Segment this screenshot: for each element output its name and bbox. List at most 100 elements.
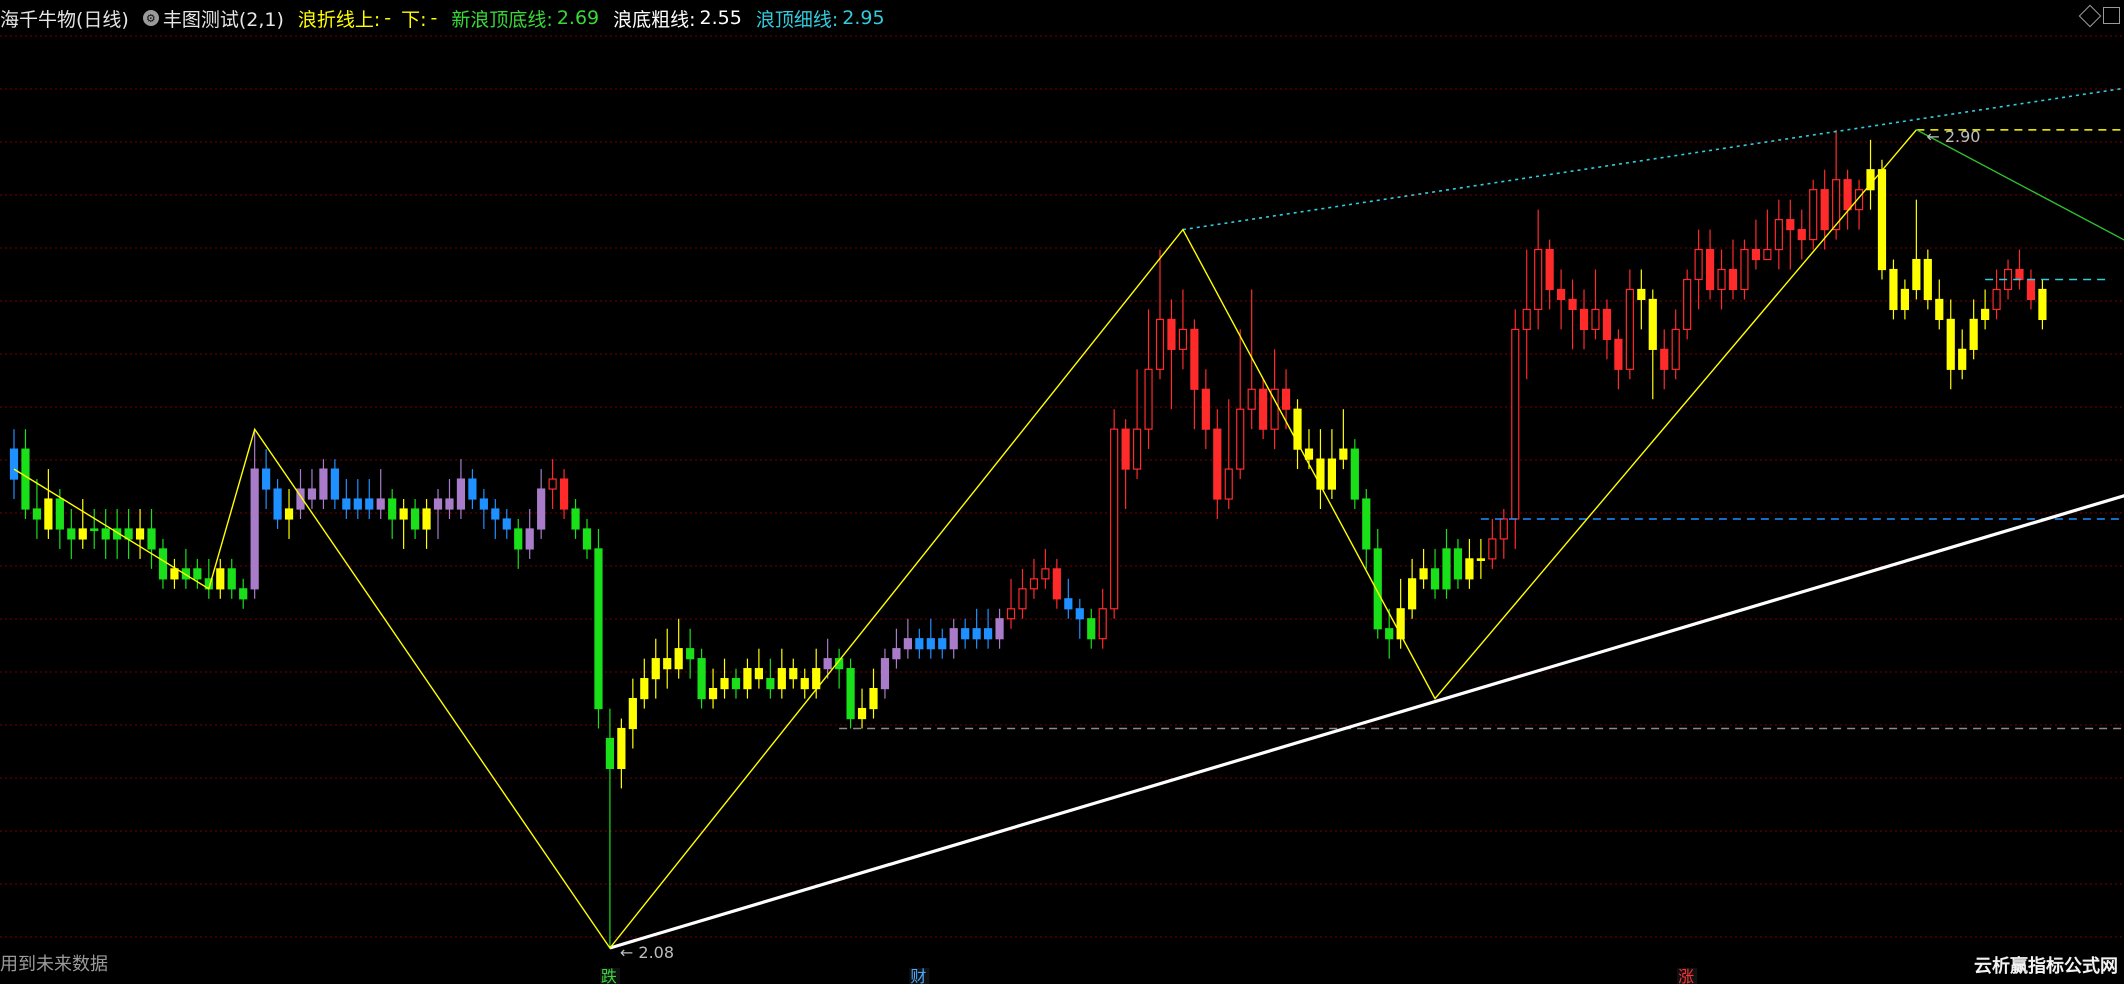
candle-body xyxy=(1625,288,1634,370)
candle-body xyxy=(1259,388,1268,430)
candle-body xyxy=(869,688,878,710)
stock-title[interactable]: 海千牛物(日线) xyxy=(0,5,129,32)
candle-body xyxy=(67,528,76,540)
candle-body xyxy=(1121,428,1130,470)
candle-body xyxy=(1476,558,1485,561)
candle-body xyxy=(32,508,42,520)
maximize-icon[interactable] xyxy=(2103,7,2120,24)
candle-body xyxy=(422,508,431,530)
candle-body xyxy=(2038,288,2047,321)
candle-body xyxy=(456,478,466,510)
candle-body xyxy=(1556,288,1566,301)
candle-body xyxy=(101,528,110,540)
candle-body xyxy=(915,638,924,650)
candle-body xyxy=(273,488,282,520)
candlestick-chart[interactable]: ← 2.90 ← 2.08跌 财 涨 xyxy=(0,0,2124,984)
candle-body xyxy=(1201,388,1210,430)
candle-body xyxy=(1327,458,1337,490)
indicator-value: 2.95 xyxy=(842,7,885,29)
candle-body xyxy=(1981,308,1990,321)
wave-lines xyxy=(13,87,2124,950)
indicator-label: 浪折线上: xyxy=(297,8,381,31)
indicator-title: 丰图测试(2,1) xyxy=(162,8,284,31)
candle-body xyxy=(857,707,867,720)
candle-body xyxy=(239,588,248,600)
candle-body xyxy=(1052,568,1061,600)
candle-body xyxy=(1144,368,1153,430)
indicator-wave-up: 浪折线上: - 下: - xyxy=(298,5,438,32)
indicator-value: 2.69 xyxy=(556,7,600,29)
candle-body xyxy=(1671,328,1680,370)
candle-body xyxy=(1774,219,1783,251)
candle-body xyxy=(1660,348,1669,370)
candle-body xyxy=(1923,258,1932,301)
candle-body xyxy=(9,448,19,480)
candle-body xyxy=(1064,598,1073,610)
candle-body xyxy=(1648,298,1657,350)
candle-body xyxy=(1545,248,1554,291)
candle-body xyxy=(307,488,317,500)
candle-body xyxy=(433,498,443,510)
candle-body xyxy=(823,658,832,670)
indicator-value: 2.55 xyxy=(699,7,742,29)
event-marker: 跌 xyxy=(601,967,617,984)
candle-body xyxy=(754,668,764,680)
candle-body xyxy=(399,508,408,520)
future-data-note: 用到未来数据 xyxy=(0,954,108,975)
candle-body xyxy=(926,638,935,650)
candle-body xyxy=(468,478,477,500)
candle-body xyxy=(1362,498,1371,550)
candle-body xyxy=(1339,448,1348,460)
candle-body xyxy=(731,678,741,690)
candle-body xyxy=(1155,318,1165,370)
candle-body xyxy=(1992,288,2001,311)
candle-body xyxy=(1281,388,1291,410)
candle-body xyxy=(1820,189,1829,231)
candle-body xyxy=(961,628,970,640)
price-annotations: ← 2.90 ← 2.08跌 财 涨 xyxy=(599,127,1980,984)
candle-body xyxy=(1614,338,1623,370)
candle-body xyxy=(1579,308,1589,330)
candle-body xyxy=(892,648,901,660)
candle-body xyxy=(1763,248,1772,261)
candle-body xyxy=(800,678,809,690)
candle-body xyxy=(777,668,786,690)
candle-body xyxy=(514,528,523,550)
candle-body xyxy=(1740,248,1749,291)
candle-body xyxy=(1534,248,1543,311)
candle-body xyxy=(342,498,351,510)
candle-body xyxy=(663,658,672,670)
candle-body xyxy=(548,478,557,490)
indicator-title-group[interactable]: ⚙ 丰图测试(2,1) xyxy=(142,5,284,32)
candle-body xyxy=(1900,288,1910,311)
wave-top-thin-line xyxy=(1182,87,2124,231)
candle-body xyxy=(1087,618,1096,640)
candle-body xyxy=(1694,248,1703,281)
candle-body xyxy=(90,528,99,532)
candle-body xyxy=(697,658,706,700)
candle-body xyxy=(789,668,798,680)
candle-body xyxy=(170,568,179,580)
candle-body xyxy=(250,468,259,590)
price-annotation: ← 2.08 xyxy=(620,943,674,962)
candle-body xyxy=(1511,328,1520,520)
candle-body xyxy=(1522,308,1531,330)
candle-body xyxy=(227,568,236,590)
candle-body xyxy=(44,498,53,530)
price-annotation: ← 2.90 xyxy=(1926,127,1980,146)
candle-body xyxy=(880,658,890,690)
candle-body xyxy=(262,468,271,490)
candle-body xyxy=(720,678,729,690)
brand-watermark: 云析赢指标公式网 xyxy=(1974,956,2118,977)
candle-body xyxy=(651,658,660,680)
candle-body xyxy=(846,668,855,720)
candle-body xyxy=(376,498,385,510)
candle-body xyxy=(1912,258,1921,291)
candle-body xyxy=(1167,318,1176,350)
candlestick-series xyxy=(9,129,2047,949)
gear-icon[interactable]: ⚙ xyxy=(142,10,159,26)
candle-body xyxy=(1637,288,1646,301)
candle-body xyxy=(1751,248,1761,261)
candle-body xyxy=(1430,568,1440,590)
candle-body xyxy=(1591,308,1600,330)
